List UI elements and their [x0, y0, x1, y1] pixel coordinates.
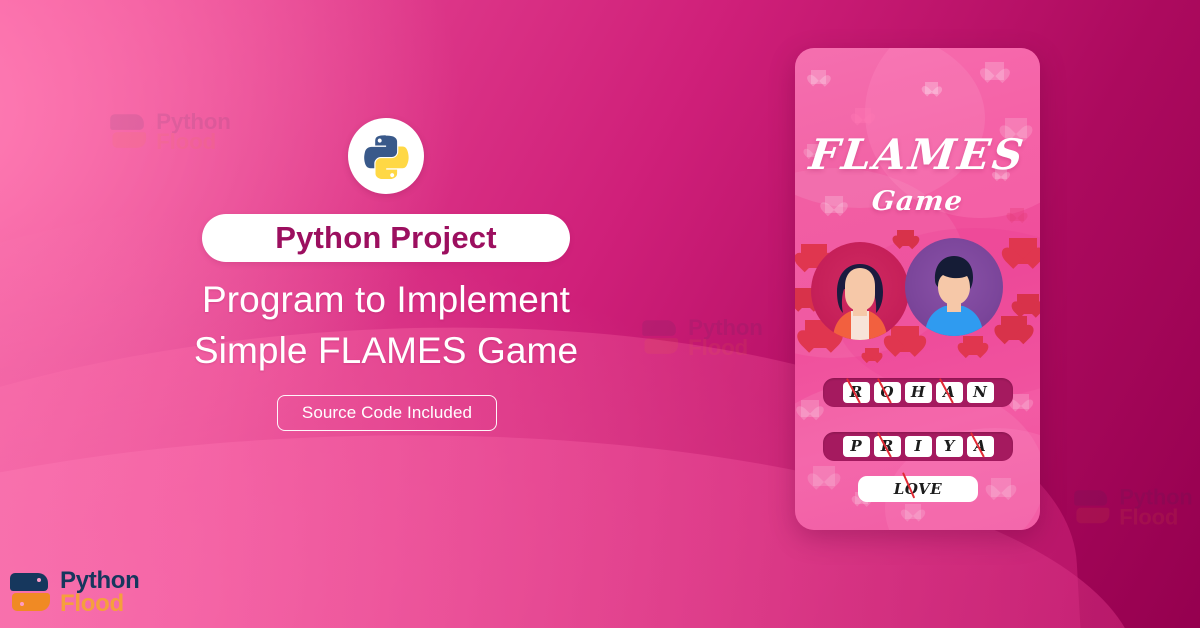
brand-word-flood: Flood — [60, 589, 124, 617]
heart-icon — [801, 400, 819, 417]
letter-tile: R — [873, 436, 901, 457]
avatar-male — [905, 238, 1003, 336]
flames-game-card: Python Flood FLAMES Game — [795, 48, 1040, 530]
python-flood-logo-icon — [1072, 490, 1112, 527]
letter-char: A — [943, 383, 955, 401]
name-row-rohan: R O H A N — [823, 378, 1013, 407]
python-logo-icon — [348, 118, 424, 194]
headline-line-1: Program to Implement — [201, 279, 571, 320]
letter-char: A — [974, 437, 986, 455]
source-code-included-label: Source Code Included — [301, 403, 473, 422]
card-subtitle-game: Game — [870, 186, 965, 217]
python-project-badge: Python Project — [202, 214, 570, 262]
watermark-word-python: Python — [1119, 485, 1193, 510]
heart-icon — [811, 70, 826, 84]
watermark-word-flood: Flood — [1119, 506, 1179, 531]
letter-char: O — [880, 383, 894, 401]
heart-icon — [925, 82, 938, 94]
heart-icon — [813, 466, 835, 486]
heart-icon — [1013, 394, 1029, 409]
heart-icon — [905, 504, 921, 519]
source-code-included-button[interactable]: Source Code Included — [277, 395, 497, 431]
card-title-flames: FLAMES — [806, 130, 1029, 179]
letter-tile: O — [873, 382, 901, 403]
avatar-female — [811, 242, 909, 340]
letter-char: I — [914, 437, 922, 455]
avatar-pair — [795, 238, 1040, 344]
brand-logo: Python Flood — [8, 569, 140, 617]
python-project-label: Python Project — [275, 220, 497, 255]
python-flood-logo-icon — [8, 571, 52, 615]
letter-tile: H — [904, 382, 932, 403]
letter-char: R — [849, 383, 863, 401]
letter-tile: A — [935, 382, 963, 403]
letter-char: P — [850, 437, 862, 455]
letter-char: Y — [943, 437, 955, 455]
heart-icon — [991, 478, 1011, 497]
letter-tile: P — [842, 436, 870, 457]
watermark-python-flood: Python Flood — [1072, 485, 1193, 531]
banner-canvas: Python Flood Python Flood Python Flood P… — [0, 0, 1200, 628]
headline-line-2: Simple FLAMES Game — [193, 330, 579, 372]
heart-icon — [855, 108, 871, 123]
letter-char: H — [910, 383, 926, 401]
brand-wordmark: Python Flood — [60, 569, 140, 617]
watermark-text: Python Flood — [1119, 485, 1193, 531]
letter-tile: Y — [935, 436, 963, 457]
letter-char: R — [880, 437, 894, 455]
letter-tile: R — [842, 382, 870, 403]
letter-tile: I — [904, 436, 932, 457]
flames-result-label: LOVE — [893, 480, 943, 498]
letter-tile: N — [966, 382, 994, 403]
flames-result-box: LOVE — [858, 476, 978, 502]
letter-char: N — [973, 383, 987, 401]
card-blob — [795, 48, 985, 208]
heart-icon — [865, 348, 879, 361]
letter-tile: A — [966, 436, 994, 457]
left-content-column: Python Project Program to Implement Simp… — [0, 0, 772, 628]
headline: Program to Implement Simple FLAMES Game — [40, 274, 732, 376]
heart-icon — [985, 62, 1004, 80]
name-row-priya: P R I Y A — [823, 432, 1013, 461]
